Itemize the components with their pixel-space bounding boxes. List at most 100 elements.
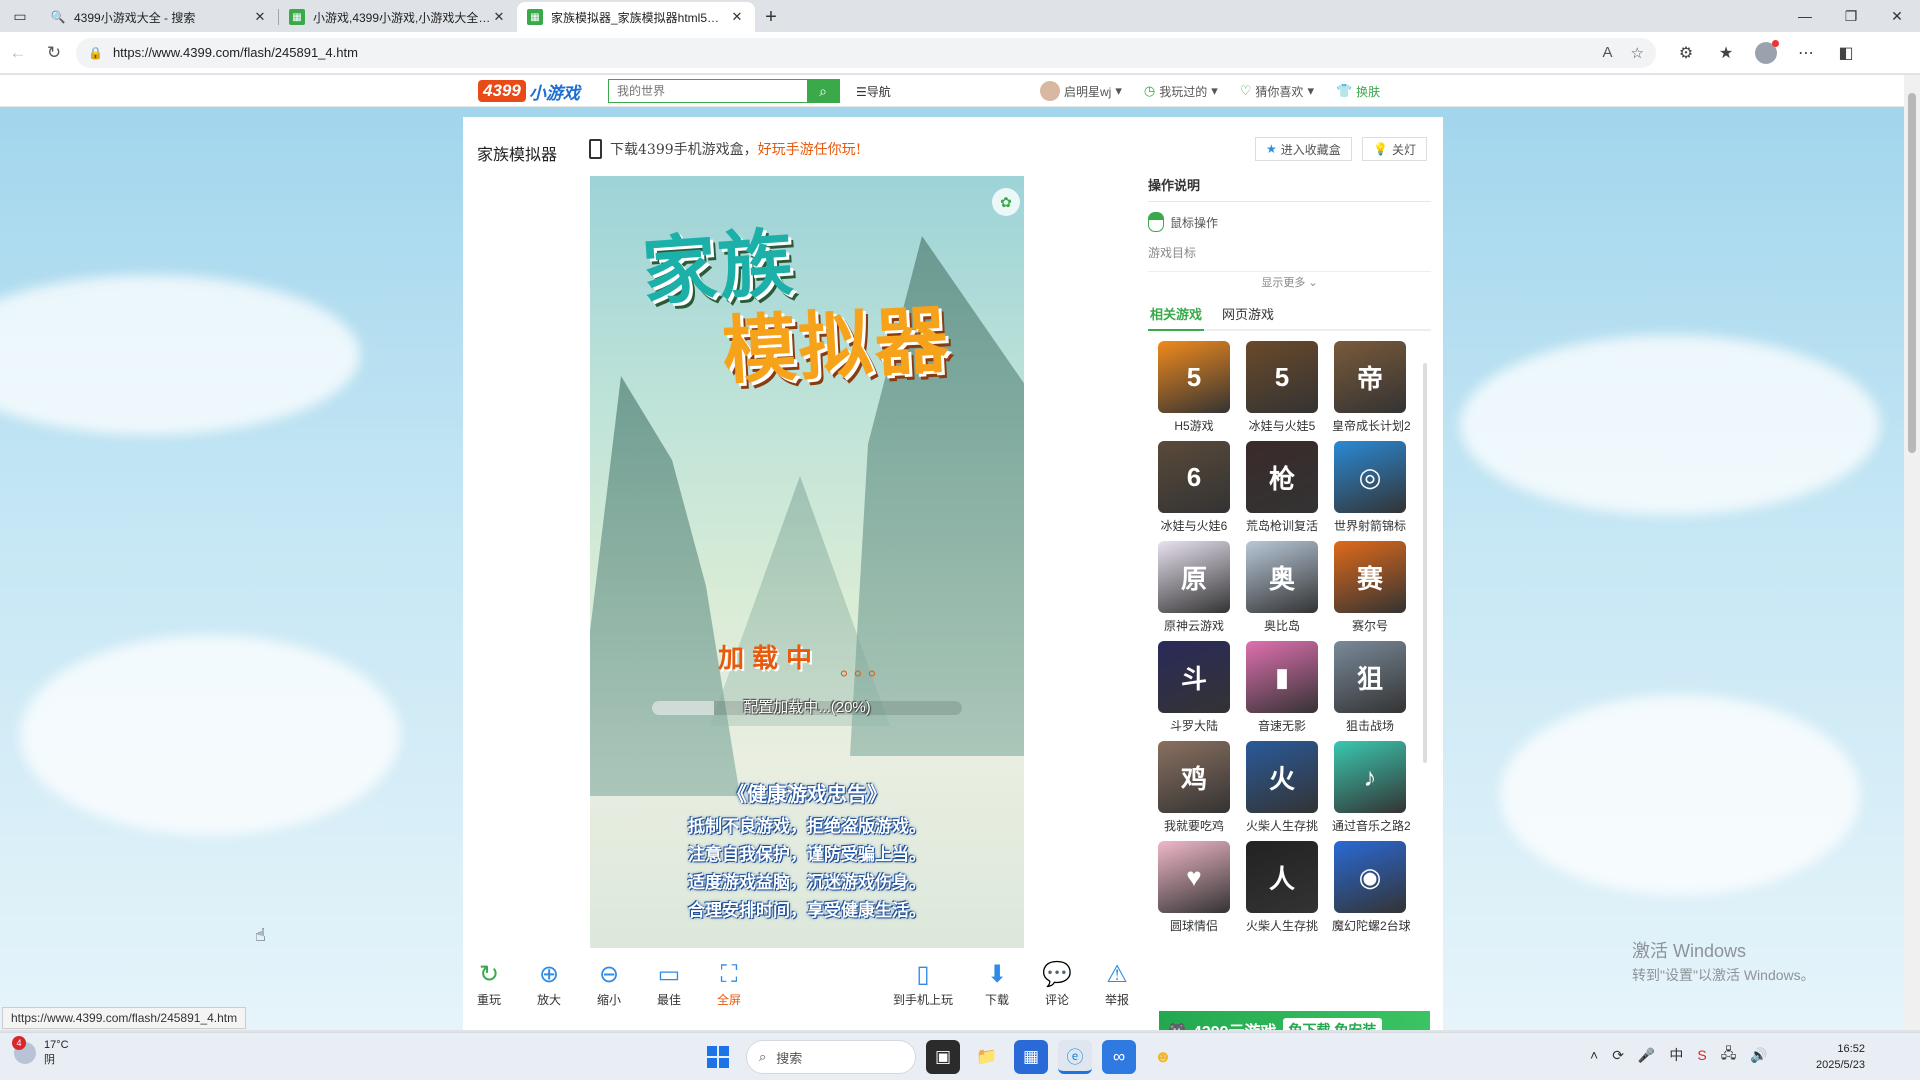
close-icon[interactable]: ✕ (252, 9, 268, 25)
more-icon[interactable]: ⋯ (1786, 35, 1826, 71)
tab-actions-icon[interactable]: ▭ (0, 0, 40, 32)
related-game-card[interactable]: ♪ 通过音乐之路2 (1332, 741, 1411, 834)
close-window-icon[interactable]: ✕ (1874, 0, 1920, 32)
taskbar-clock[interactable]: 16:52 2025/5/23 (1816, 1041, 1865, 1073)
favorite-star-icon[interactable]: ☆ (1631, 44, 1644, 62)
microphone-icon[interactable]: 🎤 (1638, 1047, 1655, 1064)
close-icon[interactable]: ✕ (491, 9, 507, 25)
related-game-card[interactable]: ▮ 音速无影 (1244, 641, 1320, 734)
related-game-card[interactable]: 人火柴人生存挑 (1244, 841, 1320, 934)
back-icon[interactable]: ← (0, 35, 36, 71)
comment-button[interactable]: 💬 评论 (1031, 959, 1083, 1008)
mouse-op-label: 鼠标操作 (1170, 215, 1219, 230)
report-button[interactable]: ⚠ 举报 (1091, 959, 1143, 1008)
game-thumbnail-glyph: 枪 (1268, 463, 1295, 494)
lock-icon[interactable]: 🔒 (88, 46, 103, 60)
game-name: 赛尔号 (1351, 619, 1388, 633)
sync-icon[interactable]: ⟳ (1612, 1047, 1624, 1064)
search-input[interactable] (609, 80, 807, 102)
fullscreen-button[interactable]: ⛶ 全屏 (703, 959, 755, 1008)
profile-icon[interactable] (1746, 35, 1786, 71)
ime-icon[interactable]: 中 (1669, 1045, 1683, 1065)
cloud-gaming-banner[interactable]: 🎮 4399云游戏 免下载 免安装 (1159, 1011, 1430, 1030)
sidebar-scrollbar[interactable] (1423, 363, 1427, 763)
related-game-card[interactable]: ◉ 魔幻陀螺2台球 (1332, 841, 1411, 934)
related-game-card[interactable]: ♥ 圆球情侣 (1156, 841, 1232, 934)
play-on-phone-button[interactable]: ▯ 到手机上玩 (883, 959, 963, 1008)
user-menu[interactable]: 启明星wj ▾ (1040, 81, 1122, 101)
game-app-icon[interactable]: ☻ (1146, 1040, 1180, 1074)
related-game-card[interactable]: 5 冰娃与火娃5 (1244, 341, 1320, 434)
best-size-button[interactable]: ▭ 最佳 (643, 959, 695, 1008)
related-game-card[interactable]: 火火柴人生存挑 (1244, 741, 1320, 834)
extensions-icon[interactable]: ⚙ (1666, 35, 1706, 71)
related-game-card[interactable]: 赛赛尔号 (1332, 541, 1408, 634)
tab-search[interactable]: 🔍 4399小游戏大全 - 搜索 ✕ (40, 2, 278, 32)
zoom-out-button[interactable]: ⊖ 缩小 (583, 959, 635, 1008)
button-label: 评论 (1044, 993, 1069, 1007)
refresh-icon[interactable]: ↻ (36, 35, 72, 71)
minimize-icon[interactable]: — (1782, 0, 1828, 32)
taskbar-search[interactable]: ⌕ 搜索 (746, 1040, 916, 1074)
replay-button[interactable]: ↻ 重玩 (463, 959, 515, 1008)
volume-icon[interactable]: 🔊 (1750, 1047, 1767, 1064)
store-icon[interactable]: ▦ (1014, 1040, 1048, 1074)
played-menu[interactable]: ◷ 我玩过的 ▾ (1144, 83, 1218, 100)
chevron-up-icon[interactable]: ˄ (1590, 1047, 1598, 1063)
banner-pill: 免下载 免安装 (1282, 1018, 1383, 1030)
game-thumbnail: 5 (1158, 341, 1230, 413)
task-view-icon[interactable]: ▣ (926, 1040, 960, 1074)
chat-app-icon[interactable]: ∞ (1102, 1040, 1136, 1074)
sidebar-toggle-icon[interactable]: ◧ (1826, 35, 1866, 71)
related-game-card[interactable]: 鸡我就要吃鸡 (1156, 741, 1232, 834)
tab-4399-home[interactable]: ▦ 小游戏,4399小游戏,小游戏大全,双人... ✕ (279, 2, 517, 32)
edge-browser-icon[interactable]: ⓔ (1058, 1040, 1092, 1074)
promo-link[interactable]: 下载4399手机游戏盒， 好玩手游任你玩! (589, 139, 861, 159)
tab-related-games[interactable]: 相关游戏 (1148, 300, 1205, 331)
url-field[interactable]: 🔒 https://www.4399.com/flash/245891_4.ht… (76, 37, 1656, 68)
download-button[interactable]: ⬇ 下载 (971, 959, 1023, 1008)
lights-off-button[interactable]: 💡 关灯 (1362, 137, 1427, 161)
promo-text: 下载4399手机游戏盒， (610, 142, 758, 158)
related-game-card[interactable]: 奥奥比岛 (1244, 541, 1320, 634)
game-canvas[interactable]: 家族 模拟器 ✿ 加载中 。。。 配置加载中...(20%) 《健康游戏忠告》 … (590, 176, 1024, 948)
related-game-card[interactable]: ◎ 世界射箭锦标 (1332, 441, 1408, 534)
game-name: 冰娃与火娃5 (1248, 419, 1316, 433)
health-notice-line: 抵制不良游戏，拒绝盗版游戏。 (688, 817, 926, 836)
favorites-icon[interactable]: ★ (1706, 35, 1746, 71)
skin-button[interactable]: 👕 换肤 (1336, 83, 1380, 100)
related-game-card[interactable]: 狙狙击战场 (1332, 641, 1408, 734)
page-scrollbar[interactable] (1904, 75, 1920, 1030)
game-name: 音速无影 (1257, 719, 1306, 733)
site-logo[interactable]: 4399 小游戏 (478, 79, 580, 103)
search-icon[interactable]: ⌕ (807, 80, 839, 102)
windows-start-icon[interactable] (700, 1039, 736, 1075)
related-game-card[interactable]: 枪荒岛枪训复活 (1244, 441, 1320, 534)
game-goal-label: 游戏目标 (1148, 244, 1431, 272)
restore-icon[interactable]: ❐ (1828, 0, 1874, 32)
guess-menu[interactable]: ♡ 猜你喜欢 ▾ (1240, 83, 1314, 100)
weather-widget[interactable]: 4 17°C 阴 (12, 1036, 69, 1067)
related-game-card[interactable]: 斗斗罗大陆 (1156, 641, 1232, 734)
game-settings-icon[interactable]: ✿ (992, 188, 1020, 216)
tab-family-simulator[interactable]: ▦ 家族模拟器_家族模拟器html5游戏... ✕ (517, 2, 755, 32)
game-name: 火柴人生存挑 (1245, 919, 1318, 933)
show-more-button[interactable]: 显示更多 ⌄ (1148, 274, 1431, 290)
related-game-card[interactable]: 5 H5游戏 (1156, 341, 1232, 434)
favorite-box-button[interactable]: ★ 进入收藏盒 (1255, 137, 1352, 161)
related-game-card[interactable]: 帝皇帝成长计划2 (1332, 341, 1411, 434)
read-aloud-icon[interactable]: A (1603, 44, 1613, 61)
scrollbar-thumb[interactable] (1908, 93, 1916, 453)
related-game-card[interactable]: 原原神云游戏 (1156, 541, 1232, 634)
file-explorer-icon[interactable]: 📁 (970, 1040, 1004, 1074)
app-tray-icon[interactable]: S (1697, 1047, 1706, 1063)
related-game-card[interactable]: 6 冰娃与火娃6 (1156, 441, 1232, 534)
close-icon[interactable]: ✕ (729, 9, 745, 25)
network-icon[interactable]: 🖧 (1721, 1043, 1737, 1067)
replay-icon: ↻ (478, 961, 500, 988)
tab-web-games[interactable]: 网页游戏 (1220, 300, 1276, 329)
page-viewport: 4399 小游戏 ⌕ ☰导航 启明星wj ▾ ◷ 我玩过的 ▾ ♡ 猜你喜欢 ▾ (0, 75, 1904, 1030)
nav-menu[interactable]: ☰导航 (856, 83, 891, 100)
zoom-in-button[interactable]: ⊕ 放大 (523, 959, 575, 1008)
new-tab-button[interactable]: + (755, 2, 787, 32)
